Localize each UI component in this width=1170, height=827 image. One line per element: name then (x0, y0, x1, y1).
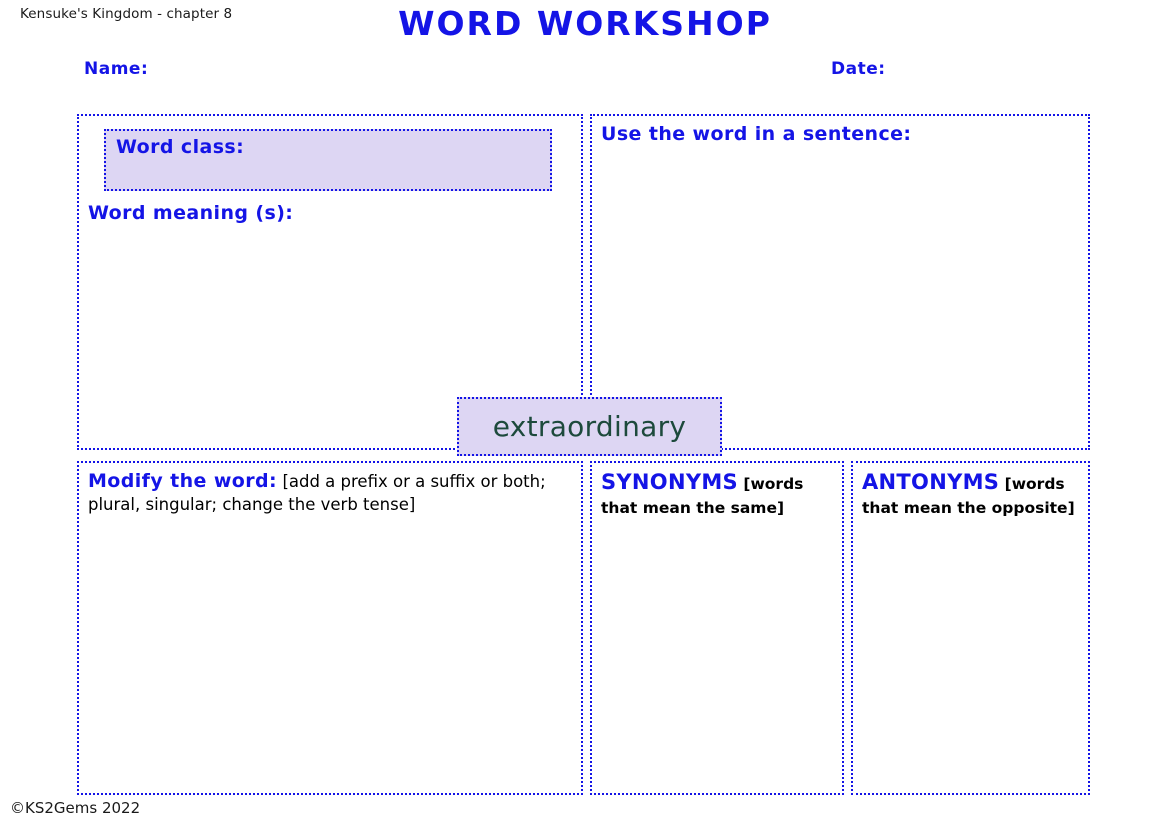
word-class-box[interactable]: Word class: (104, 129, 552, 191)
antonyms-heading: ANTONYMS [words that mean the opposite] (862, 469, 1082, 519)
modify-the-word-panel[interactable]: Modify the word: [add a prefix or a suff… (77, 461, 583, 795)
synonyms-heading: SYNONYMS [words that mean the same] (601, 469, 836, 519)
date-field-label: Date: (831, 59, 886, 79)
focus-word-box: extraordinary (457, 397, 722, 456)
word-class-label: Word class: (116, 136, 244, 158)
modify-the-word-title: Modify the word: (88, 470, 277, 492)
antonyms-panel[interactable]: ANTONYMS [words that mean the opposite] (851, 461, 1090, 795)
modify-the-word-heading: Modify the word: [add a prefix or a suff… (88, 469, 575, 517)
antonyms-title: ANTONYMS (862, 470, 999, 494)
name-field-label: Name: (84, 59, 148, 79)
focus-word-text: extraordinary (493, 410, 687, 443)
use-in-sentence-label: Use the word in a sentence: (601, 123, 911, 145)
page-title: WORD WORKSHOP (0, 4, 1170, 43)
synonyms-title: SYNONYMS (601, 470, 738, 494)
synonyms-panel[interactable]: SYNONYMS [words that mean the same] (590, 461, 844, 795)
word-meaning-label: Word meaning (s): (88, 202, 293, 224)
footer-copyright: ©KS2Gems 2022 (10, 799, 140, 817)
